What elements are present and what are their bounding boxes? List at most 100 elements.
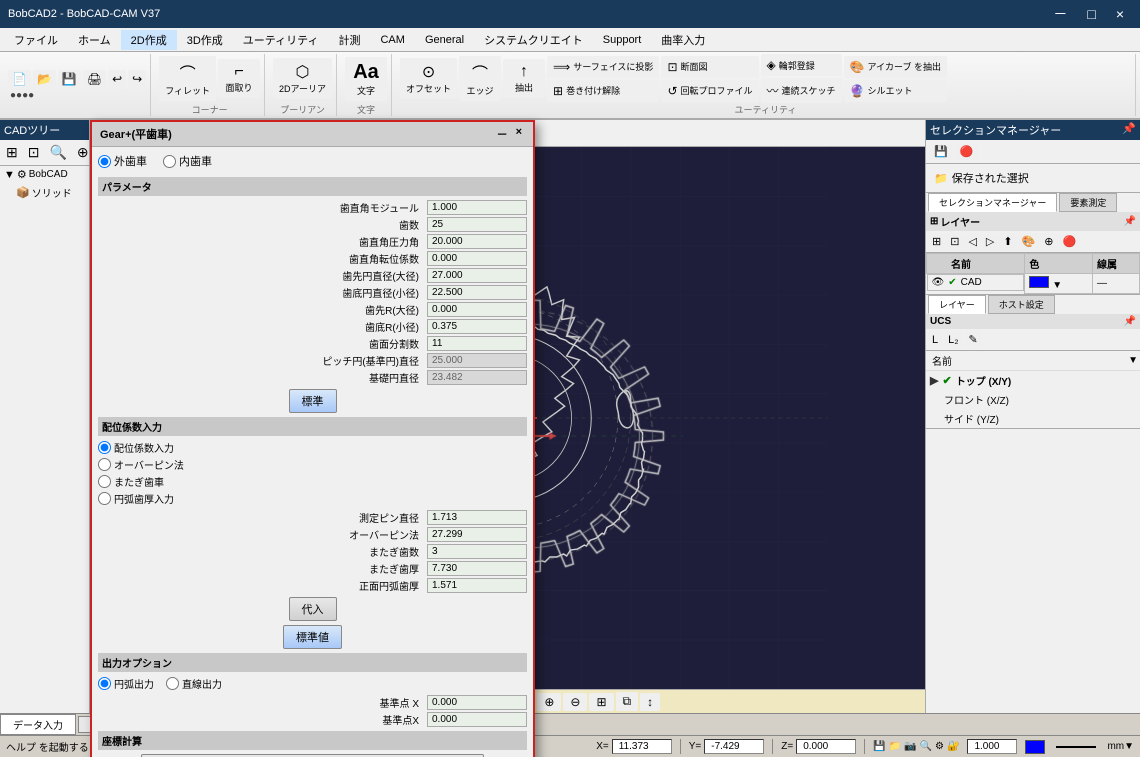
menu-3d[interactable]: 3D作成	[177, 30, 233, 50]
radio-line-input[interactable]	[166, 677, 179, 690]
disp-param-value-0[interactable]	[427, 510, 527, 525]
ucs-tool-3[interactable]: ✎	[965, 331, 982, 348]
menu-file[interactable]: ファイル	[4, 30, 68, 50]
ucs-tool-2[interactable]: L₂	[944, 331, 962, 348]
param-value-6[interactable]	[427, 302, 527, 317]
menu-system[interactable]: システムクリエイト	[474, 30, 593, 50]
layer-pin-icon[interactable]: 📌	[1124, 216, 1136, 227]
param-value-1[interactable]	[427, 217, 527, 232]
radio-overpin-input[interactable]	[98, 458, 111, 471]
tree-icon-2[interactable]: ⊡	[24, 142, 44, 163]
disp-param-value-3[interactable]	[427, 561, 527, 576]
layer-tool-2[interactable]: ⊡	[946, 233, 963, 250]
param-value-8[interactable]	[427, 336, 527, 351]
saved-selection-item[interactable]: 📁 保存された選択	[930, 168, 1136, 188]
nav-btn-12[interactable]: ↕	[640, 693, 660, 711]
layer-row-color[interactable]: ▼	[1025, 274, 1093, 294]
layer-tool-7[interactable]: ⊕	[1040, 233, 1057, 250]
tree-bobcad[interactable]: ▼ ⚙ BobCAD	[0, 166, 89, 183]
radio-mating-input[interactable]	[98, 475, 111, 488]
radio-inner[interactable]: 内歯車	[163, 153, 212, 169]
ribbon-outline[interactable]: ◈輪郭登録	[761, 54, 842, 76]
layer-row[interactable]: 👁 ✔ CAD ▼ —	[927, 274, 1140, 294]
param-value-0[interactable]	[427, 200, 527, 215]
ribbon-section[interactable]: ⊡断面図	[661, 56, 758, 78]
menu-general[interactable]: General	[415, 32, 474, 48]
layer-tool-4[interactable]: ▷	[982, 233, 998, 250]
sm-pin-icon[interactable]: 📌	[1122, 122, 1136, 138]
tab-layer[interactable]: レイヤー	[928, 295, 986, 314]
tab-data-input[interactable]: データ入力	[0, 714, 76, 735]
menu-home[interactable]: ホーム	[68, 30, 121, 50]
ribbon-extract[interactable]: ↑抽出	[503, 59, 545, 98]
sm-filter-icon[interactable]: 🔴	[955, 143, 979, 160]
radio-arc-input[interactable]	[98, 677, 111, 690]
ribbon-text[interactable]: Aa文字	[345, 57, 387, 101]
param-value-7[interactable]	[427, 319, 527, 334]
sm-save-icon[interactable]: 💾	[929, 143, 953, 160]
radio-mating[interactable]: またぎ歯車	[98, 474, 527, 489]
disp-param-value-2[interactable]	[427, 544, 527, 559]
ribbon-fillet[interactable]: ⌒フィレット	[159, 56, 216, 101]
menu-support[interactable]: Support	[593, 32, 652, 48]
nav-btn-9[interactable]: ⊖	[563, 693, 587, 711]
radio-disp-input[interactable]	[98, 441, 111, 454]
param-value-5[interactable]	[427, 285, 527, 300]
layer-tool-6[interactable]: 🎨	[1018, 233, 1040, 250]
tree-solid[interactable]: 📦 ソリッド	[0, 183, 89, 202]
disp-param-value-4[interactable]	[427, 578, 527, 593]
radio-thickness-input[interactable]	[98, 492, 111, 505]
menu-curve[interactable]: 曲率入力	[651, 30, 715, 50]
tree-icon-3[interactable]: 🔍	[45, 142, 70, 163]
nav-btn-10[interactable]: ⊞	[589, 693, 613, 711]
tree-icon-1[interactable]: ⊞	[2, 142, 22, 163]
nav-btn-11[interactable]: ⧉	[616, 692, 639, 711]
radio-outer-input[interactable]	[98, 155, 111, 168]
radio-over-pin[interactable]: オーバーピン法	[98, 457, 527, 472]
ucs-filter-icon[interactable]: ▼	[1128, 355, 1138, 366]
ucs-pin-icon[interactable]: 📌	[1124, 316, 1136, 327]
radio-arc-output[interactable]: 円弧出力	[98, 676, 154, 691]
tab-post-settings[interactable]: ホスト設定	[988, 295, 1055, 314]
standard2-button[interactable]: 標準値	[283, 625, 342, 649]
ucs-item-side[interactable]: サイド (Y/Z)	[926, 409, 1140, 428]
menu-cam[interactable]: CAM	[370, 32, 414, 48]
tab-element-measure[interactable]: 要素測定	[1059, 193, 1117, 212]
ribbon-unwrap[interactable]: ⊞巻き付け解除	[547, 80, 659, 102]
standard-button[interactable]: 標準	[289, 389, 337, 413]
ribbon-edge[interactable]: ⌒エッジ	[459, 56, 501, 101]
menu-utility[interactable]: ユーティリティ	[233, 30, 329, 50]
maximize-button[interactable]: □	[1079, 2, 1103, 26]
color-swatch[interactable]	[1029, 276, 1049, 288]
dialog-close-icon[interactable]: ×	[513, 126, 525, 142]
tab-selection-manager[interactable]: セレクションマネージャー	[928, 193, 1057, 212]
ribbon-new[interactable]: 📄	[8, 70, 31, 88]
param-value-4[interactable]	[427, 268, 527, 283]
layer-tool-8[interactable]: 🔴	[1059, 233, 1081, 250]
ribbon-2darea[interactable]: ⬡2Dアーリア	[273, 58, 332, 99]
base-x-value[interactable]	[427, 695, 527, 710]
param-value-2[interactable]	[427, 234, 527, 249]
menu-measure[interactable]: 計測	[328, 30, 370, 50]
color-dropdown[interactable]: ▼	[1052, 280, 1062, 291]
radio-outer[interactable]: 外歯車	[98, 153, 147, 169]
close-button[interactable]: ×	[1108, 2, 1132, 26]
ribbon-open[interactable]: 📂	[33, 70, 56, 88]
layer-tool-1[interactable]: ⊞	[928, 233, 945, 250]
menu-2d[interactable]: 2D作成	[121, 30, 177, 50]
param-value-3[interactable]	[427, 251, 527, 266]
layer-tool-5[interactable]: ⬆	[999, 233, 1016, 250]
ribbon-silhouette[interactable]: 🔮シルエット	[844, 80, 947, 102]
ribbon-offset[interactable]: ⊙オフセット	[400, 58, 457, 99]
radio-inner-input[interactable]	[163, 155, 176, 168]
eye-icon[interactable]: 👁	[932, 277, 945, 288]
ribbon-print[interactable]: 🖨	[83, 70, 106, 88]
ucs-item-top[interactable]: ▶ ✔ トップ (X/Y)	[926, 371, 1140, 390]
ribbon-connect[interactable]: 〰連続スケッチ	[761, 78, 842, 103]
nav-btn-8[interactable]: ⊕	[537, 693, 561, 711]
minimize-button[interactable]: －	[1045, 2, 1075, 26]
ucs-item-front[interactable]: フロント (X/Z)	[926, 390, 1140, 409]
layer-tool-3[interactable]: ◁	[964, 233, 980, 250]
radio-tooth-thickness[interactable]: 円弧歯厚入力	[98, 491, 527, 506]
ribbon-rotate[interactable]: ↺回転プロファイル	[661, 80, 758, 102]
